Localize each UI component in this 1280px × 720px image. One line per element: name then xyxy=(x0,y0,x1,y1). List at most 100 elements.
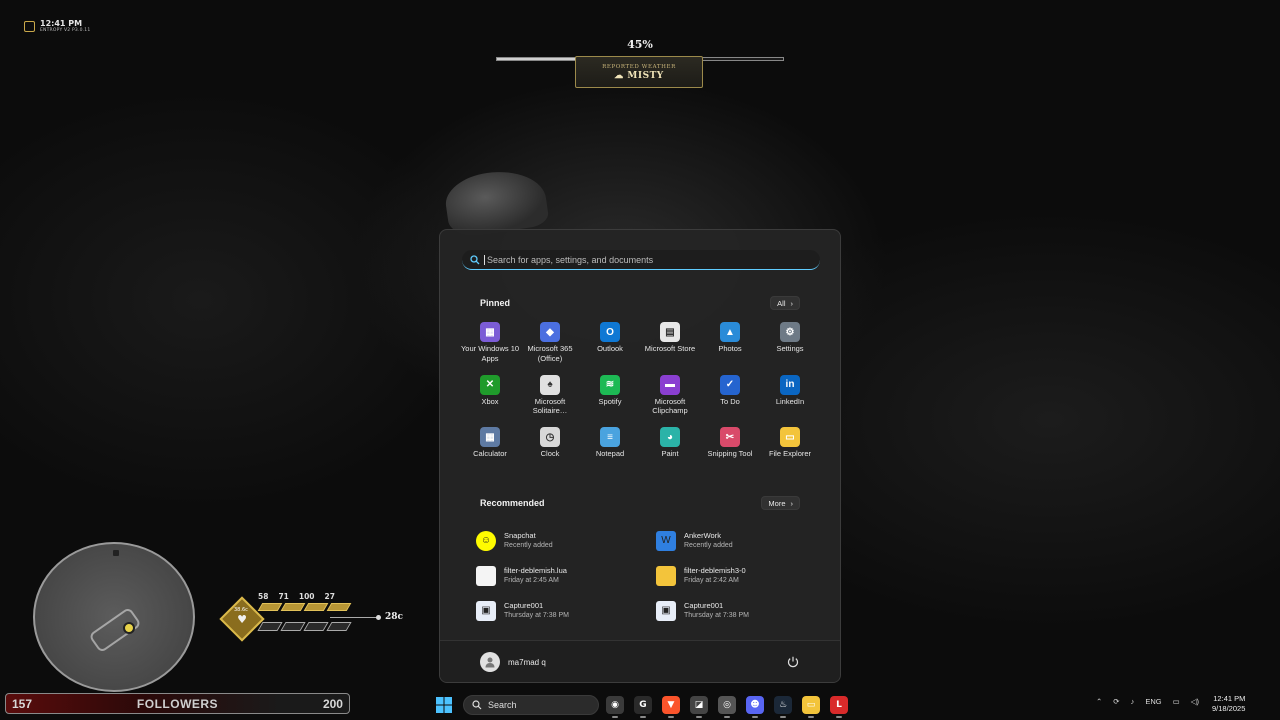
pinned-app[interactable]: ≡ Notepad xyxy=(580,427,640,480)
pinned-app[interactable]: O Outlook xyxy=(580,322,640,375)
recommended-text: Capture001 Thursday at 7:38 PM xyxy=(684,601,749,620)
recommended-item[interactable]: ▣ Capture001 Thursday at 7:38 PM xyxy=(656,593,816,628)
windows-start-button[interactable] xyxy=(436,697,452,713)
recommended-name: Capture001 xyxy=(504,601,544,610)
pinned-app[interactable]: ✂ Snipping Tool xyxy=(700,427,760,480)
pinned-app[interactable]: ▬ Microsoft Clipchamp xyxy=(640,374,700,428)
app-icon-red[interactable]: L xyxy=(830,696,848,718)
notepad-icon: ≡ xyxy=(600,427,620,447)
more-label: More xyxy=(768,498,786,508)
followers-bar: 157 FOLLOWERS 200 xyxy=(5,693,350,714)
image-file-icon: ▣ xyxy=(656,600,676,621)
xbox-icon: ✕ xyxy=(480,374,500,395)
pinned-app[interactable]: ▤ Microsoft Store xyxy=(640,322,700,375)
pinned-app[interactable]: ▦ Calculator xyxy=(460,427,520,480)
pinned-app[interactable]: ▦ Your Windows 10 Apps xyxy=(460,322,520,375)
taskbar-search[interactable]: Search xyxy=(463,695,599,715)
system-tray: ⌃ ⟳ ♪ ENG ▭ ◁) xyxy=(1096,697,1199,706)
weather-caption: REPORTED WEATHER xyxy=(602,64,676,70)
chromium-icon[interactable]: ◎ xyxy=(718,696,736,718)
recommended-text: Snapchat Recently added xyxy=(504,531,553,550)
hud-clock: 12:41 PM ENTROPY V2 P3.0.11 xyxy=(24,19,90,33)
discord-icon[interactable]: ☻ xyxy=(746,696,764,718)
pinned-app-label: Snipping Tool xyxy=(707,449,753,458)
pinned-app-label: Microsoft 365 (Office) xyxy=(527,344,573,363)
recommended-title: Recommended xyxy=(480,498,545,508)
microphone-icon[interactable]: ♪ xyxy=(1131,697,1135,706)
power-icon[interactable] xyxy=(786,655,800,669)
brave-icon[interactable]: ▼ xyxy=(662,696,680,718)
recommended-name: filter-deblemish.lua xyxy=(504,566,567,575)
objective-percent: 45% xyxy=(627,38,653,51)
app-icon-g[interactable]: G xyxy=(634,696,652,718)
recommended-name: Capture001 xyxy=(684,601,724,610)
chevron-right-icon: › xyxy=(790,298,794,308)
user-account-button[interactable]: ma7mad q xyxy=(480,652,546,672)
pinned-app-label: Xbox xyxy=(481,396,499,406)
recommended-item[interactable]: W AnkerWork Recently added xyxy=(656,523,816,558)
recommended-text: Capture001 Thursday at 7:38 PM xyxy=(504,601,569,620)
pinned-app-label: To Do xyxy=(720,396,740,406)
running-indicator xyxy=(752,716,758,718)
recommended-item[interactable]: filter-deblemish3-0 Friday at 2:42 AM xyxy=(656,558,816,593)
steam-icon[interactable]: ♨ xyxy=(774,696,792,718)
pinned-app[interactable]: ◆ Microsoft 365 (Office) xyxy=(520,322,580,375)
recommended-item[interactable]: ☺ Snapchat Recently added xyxy=(476,523,656,558)
volume-icon[interactable]: ◁) xyxy=(1191,697,1199,706)
all-apps-button[interactable]: All › xyxy=(770,296,800,310)
folder-icon[interactable]: ▭ xyxy=(802,696,820,718)
recommended-name: filter-deblemish3-0 xyxy=(684,566,746,575)
followers-count: 157 xyxy=(12,696,33,711)
rock-object xyxy=(442,165,550,239)
taskbar-clock[interactable]: 12:41 PM 9/18/2025 xyxy=(1212,694,1245,714)
pinned-app-label: Microsoft Store xyxy=(644,344,696,353)
stat-values: 58 71 100 27 xyxy=(258,592,335,601)
photos-icon: ▲ xyxy=(720,322,740,342)
network-icon[interactable]: ▭ xyxy=(1173,697,1180,706)
pinned-app-label: Outlook xyxy=(597,344,623,353)
running-indicator xyxy=(696,716,702,718)
stat-value: 71 xyxy=(278,592,289,601)
recommended-subtitle: Friday at 2:45 AM xyxy=(504,577,559,584)
weather-panel: REPORTED WEATHER ☁ MISTY xyxy=(575,56,703,88)
app-icon-box[interactable]: ◪ xyxy=(690,696,708,718)
running-indicator xyxy=(724,716,730,718)
pinned-apps-grid: ▦ Your Windows 10 Apps ◆ Microsoft 365 (Off… xyxy=(460,322,822,480)
pinned-app[interactable]: ⚙ Settings xyxy=(760,322,820,375)
pinned-app[interactable]: ▲ Photos xyxy=(700,322,760,375)
pinned-app[interactable]: ♠ Microsoft Solitaire… xyxy=(520,374,580,428)
chevron-up-icon[interactable]: ⌃ xyxy=(1096,697,1102,706)
calculator-icon: ▦ xyxy=(480,427,500,447)
solitaire-icon: ♠ xyxy=(540,374,560,395)
pinned-app[interactable]: in LinkedIn xyxy=(760,374,820,428)
taskbar-time: 12:41 PM xyxy=(1213,694,1246,703)
pinned-app[interactable]: ◕ Paint xyxy=(640,427,700,480)
folder-icon xyxy=(656,565,676,586)
followers-max: 200 xyxy=(322,696,343,711)
clock-icon: ◷ xyxy=(540,427,560,447)
recommended-item[interactable]: filter-deblemish.lua Friday at 2:45 AM xyxy=(476,558,656,593)
avatar xyxy=(480,652,500,672)
pinned-app[interactable]: ▭ File Explorer xyxy=(760,427,820,480)
sync-icon[interactable]: ⟳ xyxy=(1113,697,1119,706)
stat-bar xyxy=(326,603,352,611)
app-icon-1[interactable]: ◉ xyxy=(606,696,624,718)
taskbar-apps: ◉ G ▼ ◪ ◎ ☻ ♨ ▭ L xyxy=(606,696,848,718)
recommended-subtitle: Recently added xyxy=(504,542,553,549)
recommended-item[interactable]: ▣ Capture001 Thursday at 7:38 PM xyxy=(476,593,656,628)
more-button[interactable]: More › xyxy=(761,496,800,510)
pinned-app[interactable]: ≋ Spotify xyxy=(580,374,640,428)
pinned-app[interactable]: ✕ Xbox xyxy=(460,374,520,428)
running-indicator xyxy=(640,716,646,718)
running-indicator xyxy=(836,716,842,718)
pinned-app-label: Clock xyxy=(540,449,560,458)
start-search-box[interactable] xyxy=(462,250,820,270)
start-search-input[interactable] xyxy=(484,254,804,265)
pinned-app-label: Spotify xyxy=(598,396,622,406)
stat-value: 58 xyxy=(258,592,269,601)
minimap-north-marker xyxy=(113,550,119,556)
pinned-app[interactable]: ✓ To Do xyxy=(700,374,760,428)
temperature-value: 28c xyxy=(385,612,404,622)
language-indicator[interactable]: ENG xyxy=(1145,697,1161,706)
pinned-app[interactable]: ◷ Clock xyxy=(520,427,580,480)
